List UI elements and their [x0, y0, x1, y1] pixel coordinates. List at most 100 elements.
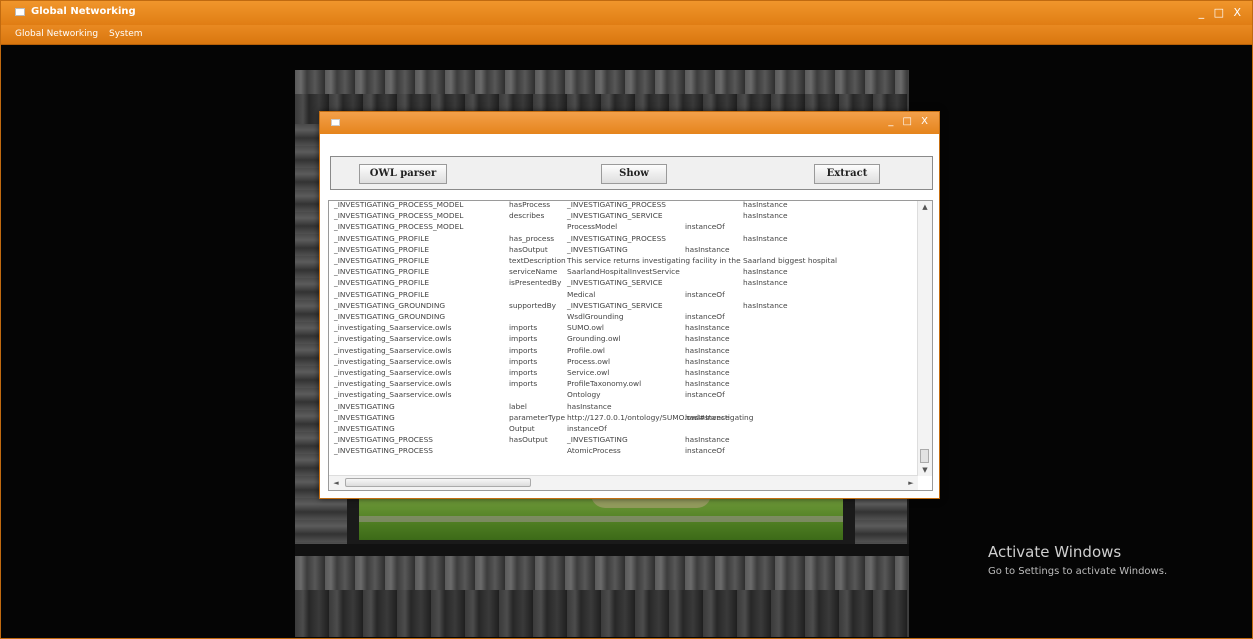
- menu-system[interactable]: System: [109, 29, 143, 39]
- output-cell: Service.owl: [567, 368, 610, 377]
- owl-dialog: _ □ X OWL parser Show Extract _INVESTIGA…: [319, 111, 940, 499]
- window-title: Global Networking: [31, 6, 136, 17]
- output-cell: Medical: [567, 289, 596, 299]
- horizontal-scrollbar[interactable]: ◄ ►: [329, 475, 918, 490]
- output-cell: _INVESTIGATING_PROCESS: [567, 201, 666, 209]
- output-cell: Profile.owl: [567, 345, 605, 355]
- output-cell: _INVESTIGATING_PROFILE: [334, 256, 429, 265]
- output-cell: Output: [509, 424, 535, 433]
- output-cell: imports: [509, 323, 538, 333]
- output-row: _investigating_Saarservice.owls imports Gr…: [329, 333, 918, 344]
- output-row: _INVESTIGATING_PROCESS_MODEL ProcessModel…: [329, 221, 918, 232]
- image-plank: [295, 544, 909, 556]
- output-cell: Process.owl: [567, 356, 611, 366]
- extract-button[interactable]: Extract: [814, 164, 880, 184]
- image-road: [359, 516, 843, 522]
- output-cell: hasInstance: [685, 244, 730, 254]
- output-cell: _investigating_Saarservice.owls: [334, 334, 452, 344]
- output-cell: hasOutput: [509, 244, 548, 254]
- button-bar: OWL parser Show Extract: [330, 156, 933, 190]
- main-title-bar[interactable]: Global Networking _ □ X: [1, 1, 1252, 25]
- output-cell: hasInstance: [743, 300, 788, 310]
- output-cell: WsdlGrounding: [567, 312, 624, 321]
- output-row: _INVESTIGATING_GROUNDING supportedBy _INVE…: [329, 300, 918, 311]
- scroll-up-icon[interactable]: ▲: [918, 203, 932, 211]
- output-cell: Ontology: [567, 390, 601, 400]
- output-cell: hasInstance: [685, 412, 730, 422]
- output-cell: isPresentedBy: [509, 278, 562, 288]
- output-cell: instanceOf: [685, 289, 725, 299]
- horizontal-scroll-thumb[interactable]: [345, 478, 531, 487]
- output-row: _investigating_Saarservice.owls imports Pr…: [329, 378, 918, 389]
- vertical-scrollbar[interactable]: ▲ ▼: [917, 201, 932, 476]
- output-text-area[interactable]: _INVESTIGATING_PROCESS_MODEL hasProcess _I…: [328, 200, 933, 491]
- output-cell: hasInstance: [685, 435, 730, 445]
- dialog-window-icon: [331, 119, 340, 126]
- output-row: _INVESTIGATING_PROFILE isPresentedBy _INVE…: [329, 277, 918, 288]
- output-cell: hasOutput: [509, 435, 548, 445]
- output-cell: imports: [509, 368, 538, 377]
- activate-windows-subtitle[interactable]: Go to Settings to activate Windows.: [988, 566, 1167, 577]
- output-cell: _INVESTIGATING_PROCESS_MODEL: [334, 201, 464, 209]
- output-row: _INVESTIGATING_PROFILE hasOutput _INVESTIG…: [329, 244, 918, 255]
- image-plank: [295, 590, 909, 637]
- output-cell: Grounding.owl: [567, 334, 621, 344]
- dialog-title-bar[interactable]: _ □ X: [320, 112, 939, 134]
- image-plank: [295, 70, 909, 94]
- output-cell: SUMO.owl: [567, 323, 604, 333]
- output-cell: _INVESTIGATING_PROFILE: [334, 278, 429, 288]
- dialog-body: OWL parser Show Extract _INVESTIGATING_P…: [320, 134, 939, 498]
- output-cell: AtomicProcess: [567, 446, 621, 456]
- output-cell: hasInstance: [743, 278, 788, 288]
- output-cell: _INVESTIGATING_PROFILE: [334, 267, 429, 277]
- output-cell: supportedBy: [509, 300, 557, 310]
- show-button[interactable]: Show: [601, 164, 667, 184]
- output-row: _INVESTIGATING_PROCESS_MODEL hasProcess _I…: [329, 201, 918, 210]
- output-cell: has_process: [509, 233, 555, 243]
- output-cell: _INVESTIGATING_PROCESS: [334, 446, 433, 456]
- scroll-down-icon[interactable]: ▼: [918, 466, 932, 474]
- vertical-scroll-thumb[interactable]: [920, 449, 929, 463]
- output-cell: _INVESTIGATING: [567, 435, 628, 445]
- output-row: _INVESTIGATING_PROCESS_MODEL describes _IN…: [329, 210, 918, 221]
- output-cell: instanceOf: [685, 446, 725, 456]
- output-rows: _INVESTIGATING_PROCESS_MODEL hasProcess _I…: [329, 201, 918, 476]
- menu-global-networking[interactable]: Global Networking: [15, 29, 98, 39]
- scroll-right-icon[interactable]: ►: [904, 479, 918, 487]
- output-row: _INVESTIGATING_GROUNDING WsdlGrounding ins…: [329, 311, 918, 322]
- output-cell: ProcessModel: [567, 222, 618, 232]
- output-cell: _investigating_Saarservice.owls: [334, 379, 452, 389]
- output-cell: imports: [509, 356, 538, 366]
- output-cell: _INVESTIGATING_GROUNDING: [334, 312, 446, 321]
- output-cell: _investigating_Saarservice.owls: [334, 356, 452, 366]
- output-row: _investigating_Saarservice.owls imports Se…: [329, 367, 918, 378]
- output-cell: This service returns investigating facil…: [567, 256, 838, 265]
- output-cell: _investigating_Saarservice.owls: [334, 390, 452, 400]
- output-cell: imports: [509, 334, 538, 344]
- window-controls[interactable]: _ □ X: [1199, 6, 1244, 19]
- output-cell: instanceOf: [685, 222, 725, 232]
- output-cell: ProfileTaxonomy.owl: [567, 379, 642, 389]
- output-cell: imports: [509, 345, 538, 355]
- output-cell: _INVESTIGATING_PROCESS_MODEL: [334, 211, 464, 221]
- output-cell: imports: [509, 379, 538, 389]
- output-cell: _INVESTIGATING_PROFILE: [334, 233, 429, 243]
- activate-windows-title: Activate Windows: [988, 543, 1122, 561]
- output-row: _investigating_Saarservice.owls imports SU…: [329, 322, 918, 333]
- output-cell: instanceOf: [567, 424, 607, 433]
- output-cell: _INVESTIGATING: [567, 244, 628, 254]
- output-cell: instanceOf: [685, 312, 725, 321]
- output-row: _investigating_Saarservice.owls imports Pr…: [329, 345, 918, 356]
- output-cell: _INVESTIGATING_SERVICE: [567, 211, 663, 221]
- output-cell: parameterType: [509, 412, 565, 422]
- output-row: _INVESTIGATING_PROCESS AtomicProcess insta…: [329, 445, 918, 456]
- output-cell: serviceName: [509, 267, 558, 277]
- output-row: _investigating_Saarservice.owls imports Pr…: [329, 356, 918, 367]
- output-cell: hasInstance: [743, 267, 788, 277]
- dialog-window-controls[interactable]: _ □ X: [888, 116, 931, 127]
- output-cell: _INVESTIGATING: [334, 401, 395, 411]
- scroll-left-icon[interactable]: ◄: [329, 479, 343, 487]
- output-cell: _INVESTIGATING: [334, 412, 395, 422]
- output-cell: _INVESTIGATING: [334, 424, 395, 433]
- owl-parser-button[interactable]: OWL parser: [359, 164, 447, 184]
